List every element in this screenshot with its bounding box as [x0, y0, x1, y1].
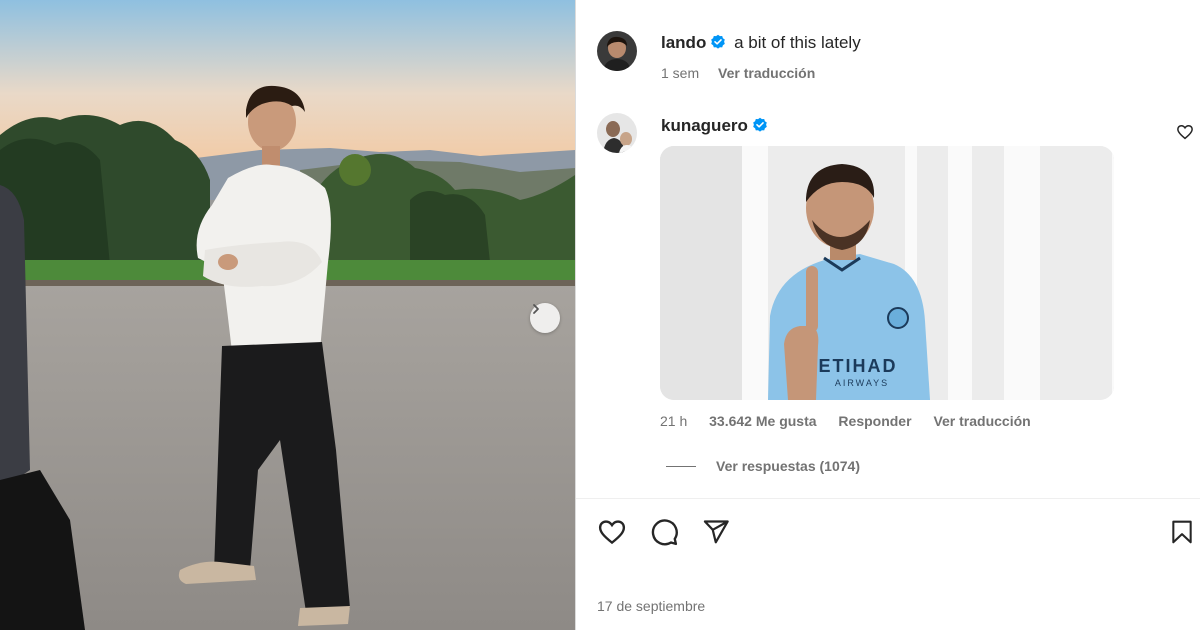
- avatar-lando-image: [597, 31, 637, 71]
- post-actions: [596, 516, 732, 548]
- view-replies-button[interactable]: Ver respuestas (1074): [666, 458, 860, 474]
- gif-jersey-subtext: AIRWAYS: [835, 378, 889, 388]
- post-date[interactable]: 17 de septiembre: [597, 598, 705, 614]
- comment-like-button[interactable]: [1176, 123, 1194, 146]
- post-author-username[interactable]: lando: [661, 33, 706, 52]
- avatar-kunaguero-image: [597, 113, 637, 153]
- paper-plane-icon: [703, 520, 729, 544]
- post-photo[interactable]: [0, 0, 575, 630]
- heart-icon: [598, 520, 626, 545]
- post-caption: lando a bit of this lately: [661, 33, 861, 53]
- gif-jersey-text: ETIHAD: [819, 356, 898, 376]
- replies-line: [666, 465, 696, 467]
- comment-bubble-icon: [651, 519, 678, 546]
- post-time-ago[interactable]: 1 sem: [661, 65, 699, 81]
- post-photo-illustration: [0, 0, 575, 630]
- comment-likes-count[interactable]: 33.642 Me gusta: [709, 413, 816, 429]
- gif-image: ETIHAD AIRWAYS: [660, 146, 1114, 400]
- bookmark-icon: [1172, 520, 1192, 544]
- post-caption-text: a bit of this lately: [734, 33, 861, 52]
- commenter-avatar[interactable]: [597, 113, 637, 153]
- share-button[interactable]: [700, 516, 732, 548]
- view-replies-label: Ver respuestas (1074): [716, 458, 860, 474]
- comment-header: kunaguero: [661, 116, 768, 136]
- comment-button[interactable]: [648, 516, 680, 548]
- like-button[interactable]: [596, 516, 628, 548]
- comments-panel: lando a bit of this lately 1 sem Ver tra…: [576, 0, 1200, 630]
- chevron-right-icon: [533, 304, 539, 314]
- comment-translate-link[interactable]: Ver traducción: [933, 413, 1030, 429]
- comment-time-ago[interactable]: 21 h: [660, 413, 687, 429]
- carousel-next-button[interactable]: [530, 303, 560, 333]
- comment-reply-button[interactable]: Responder: [838, 413, 911, 429]
- post-translate-link[interactable]: Ver traducción: [718, 65, 815, 81]
- verified-badge-icon: [753, 117, 767, 132]
- author-avatar[interactable]: [597, 31, 637, 71]
- heart-icon: [1177, 124, 1193, 140]
- comment-meta: 21 h 33.642 Me gusta Responder Ver tradu…: [660, 413, 1049, 429]
- comment-gif[interactable]: ETIHAD AIRWAYS: [660, 146, 1114, 400]
- actions-divider: [576, 498, 1200, 499]
- save-button[interactable]: [1166, 516, 1198, 548]
- post-meta: 1 sem Ver traducción: [661, 65, 830, 81]
- comment-author-username[interactable]: kunaguero: [661, 116, 748, 135]
- verified-badge-icon: [711, 34, 726, 49]
